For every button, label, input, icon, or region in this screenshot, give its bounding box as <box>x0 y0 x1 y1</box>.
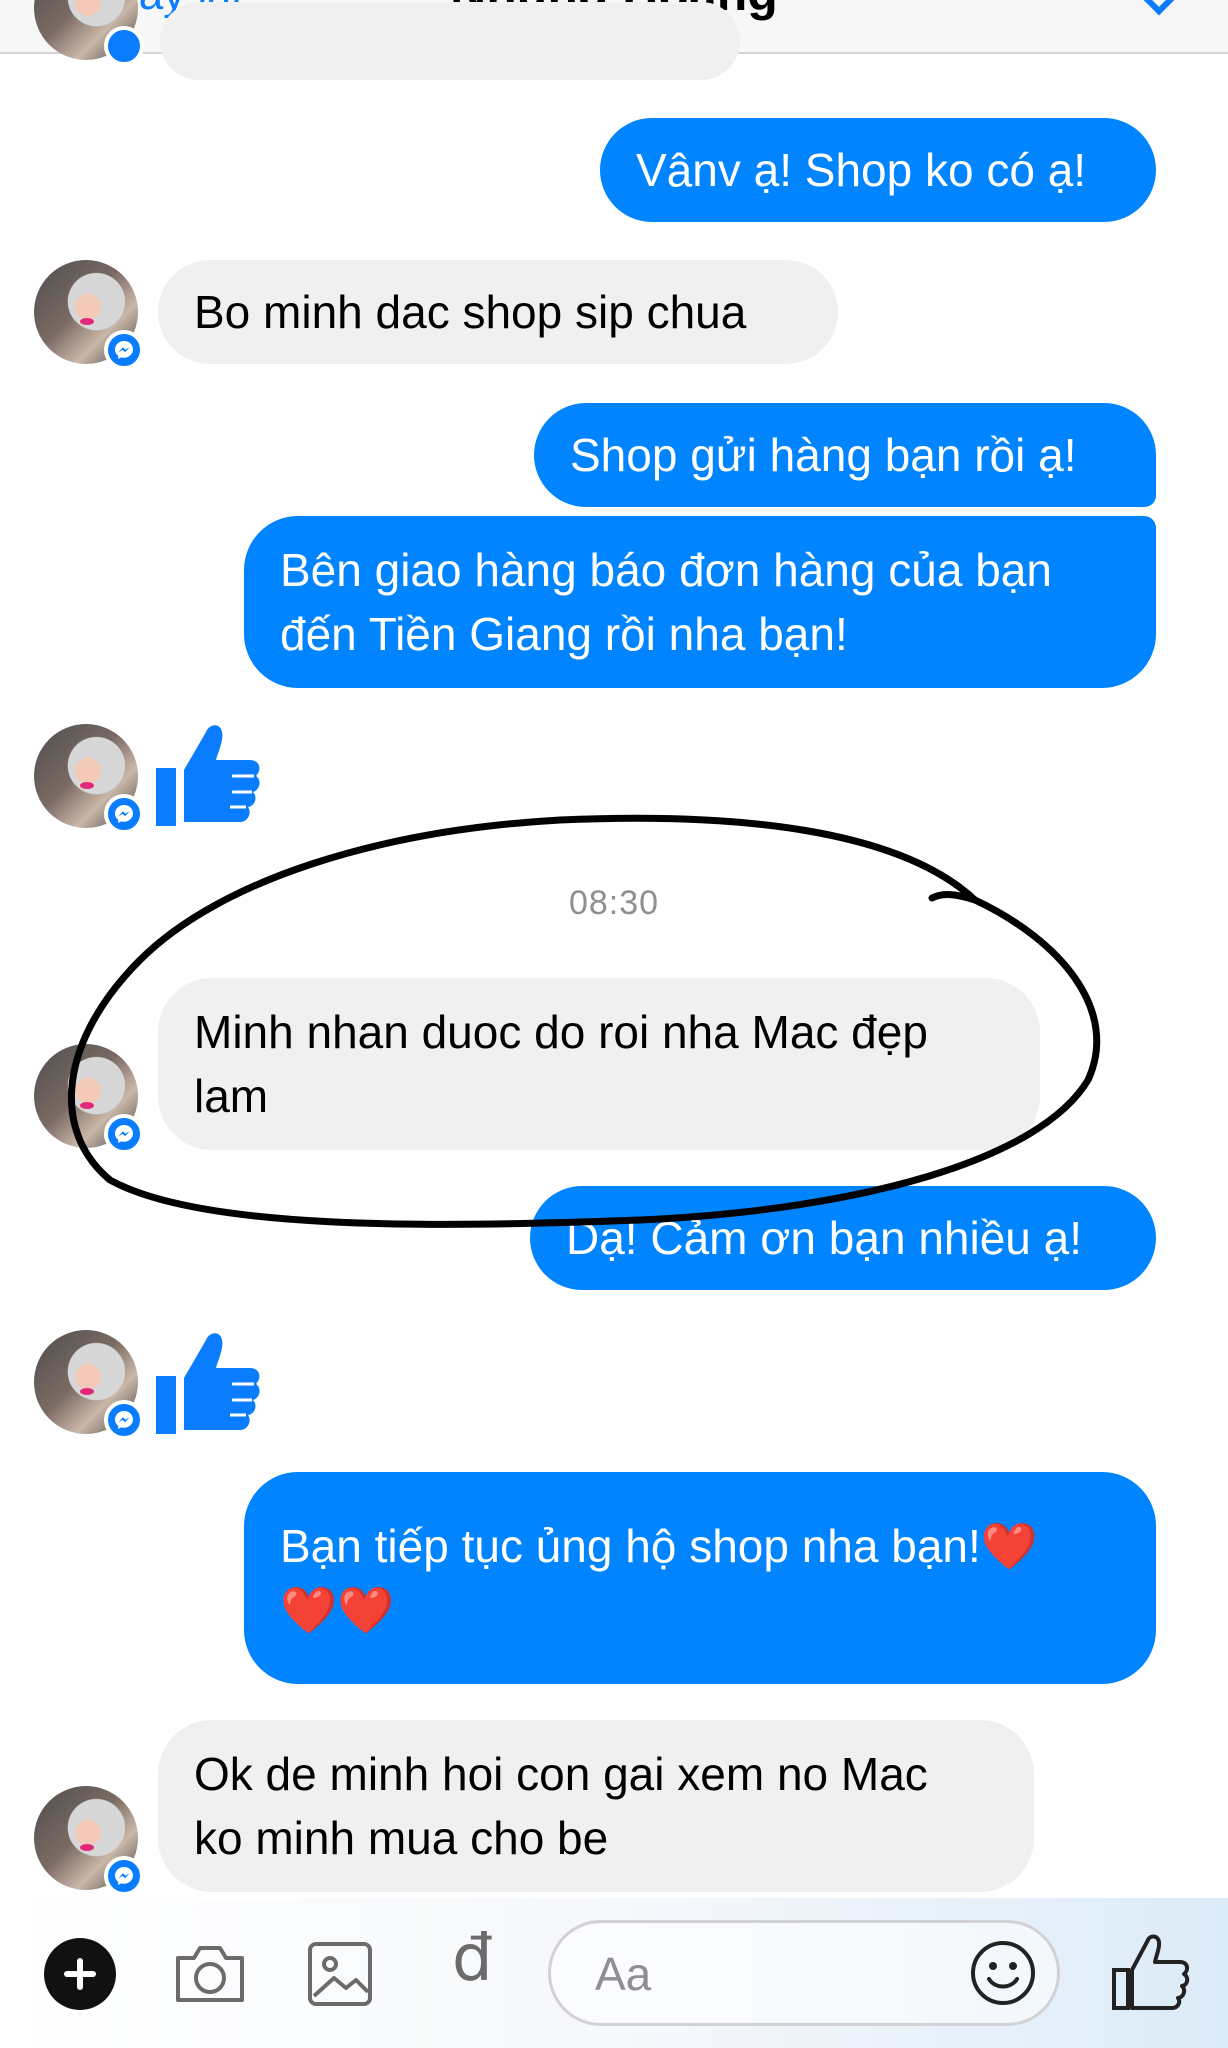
currency-dong-icon[interactable]: đ <box>452 1922 493 1996</box>
message-line: ko minh mua cho be <box>194 1812 609 1864</box>
incoming-message-partial[interactable] <box>160 2 740 80</box>
plus-icon[interactable] <box>44 1938 116 2010</box>
outgoing-message[interactable]: Dạ! Cảm ơn bạn nhiều ạ! <box>530 1186 1156 1290</box>
messenger-badge-icon <box>104 26 144 66</box>
message-line: Dạ! Cảm ơn bạn nhiều ạ! <box>566 1212 1083 1264</box>
outgoing-message[interactable]: Bên giao hàng báo đơn hàng của bạn đến T… <box>244 516 1156 688</box>
emoji-icon[interactable] <box>965 1935 1041 2011</box>
timestamp: 08:30 <box>568 884 660 922</box>
outgoing-message[interactable]: Vânv ạ! Shop ko có ạ! <box>600 118 1156 222</box>
message-line: lam <box>194 1070 269 1122</box>
thumbs-up-sticker-icon[interactable] <box>154 1326 264 1436</box>
message-line: Vânv ạ! Shop ko có ạ! <box>636 144 1087 196</box>
message-line: Bo minh dac shop sip chua <box>194 286 747 338</box>
messenger-badge-icon <box>104 794 144 834</box>
incoming-message[interactable]: Minh nhan duoc do roi nha Mac đẹp lam <box>158 978 1040 1150</box>
messenger-badge-icon <box>104 1856 144 1896</box>
message-line: ❤️❤️ <box>280 1584 395 1636</box>
message-composer: đ <box>0 1898 1228 2048</box>
messenger-badge-icon <box>104 330 144 370</box>
gallery-icon[interactable] <box>300 1934 380 2014</box>
message-line: đến Tiền Giang rồi nha bạn! <box>280 608 848 660</box>
contact-avatar[interactable] <box>34 260 144 370</box>
contact-avatar[interactable] <box>34 724 144 834</box>
contact-avatar[interactable] <box>34 1044 144 1154</box>
camera-icon[interactable] <box>170 1934 250 2014</box>
messenger-badge-icon <box>104 1114 144 1154</box>
contact-avatar[interactable] <box>34 1330 144 1440</box>
message-line: Minh nhan duoc do roi nha Mac đẹp <box>194 1006 928 1058</box>
outgoing-message[interactable]: Bạn tiếp tục ủng hộ shop nha bạn!❤️ ❤️❤️ <box>244 1472 1156 1684</box>
incoming-message[interactable]: Bo minh dac shop sip chua <box>158 260 838 364</box>
message-line: Bên giao hàng báo đơn hàng của bạn <box>280 544 1052 596</box>
incoming-message[interactable]: Ok de minh hoi con gai xem no Mac ko min… <box>158 1720 1034 1892</box>
thumbs-up-sticker-icon[interactable] <box>154 718 264 828</box>
like-icon[interactable] <box>1108 1930 1192 2014</box>
message-line: Shop gửi hàng bạn rồi ạ! <box>570 429 1077 481</box>
message-line: Bạn tiếp tục ủng hộ shop nha bạn!❤️ <box>280 1520 1039 1572</box>
message-input[interactable] <box>595 1941 975 2007</box>
contact-avatar[interactable] <box>34 1786 144 1896</box>
outgoing-message[interactable]: Shop gửi hàng bạn rồi ạ! <box>534 403 1156 507</box>
messenger-badge-icon <box>104 1400 144 1440</box>
message-input-container[interactable] <box>548 1920 1060 2026</box>
message-line: Ok de minh hoi con gai xem no Mac <box>194 1748 928 1800</box>
